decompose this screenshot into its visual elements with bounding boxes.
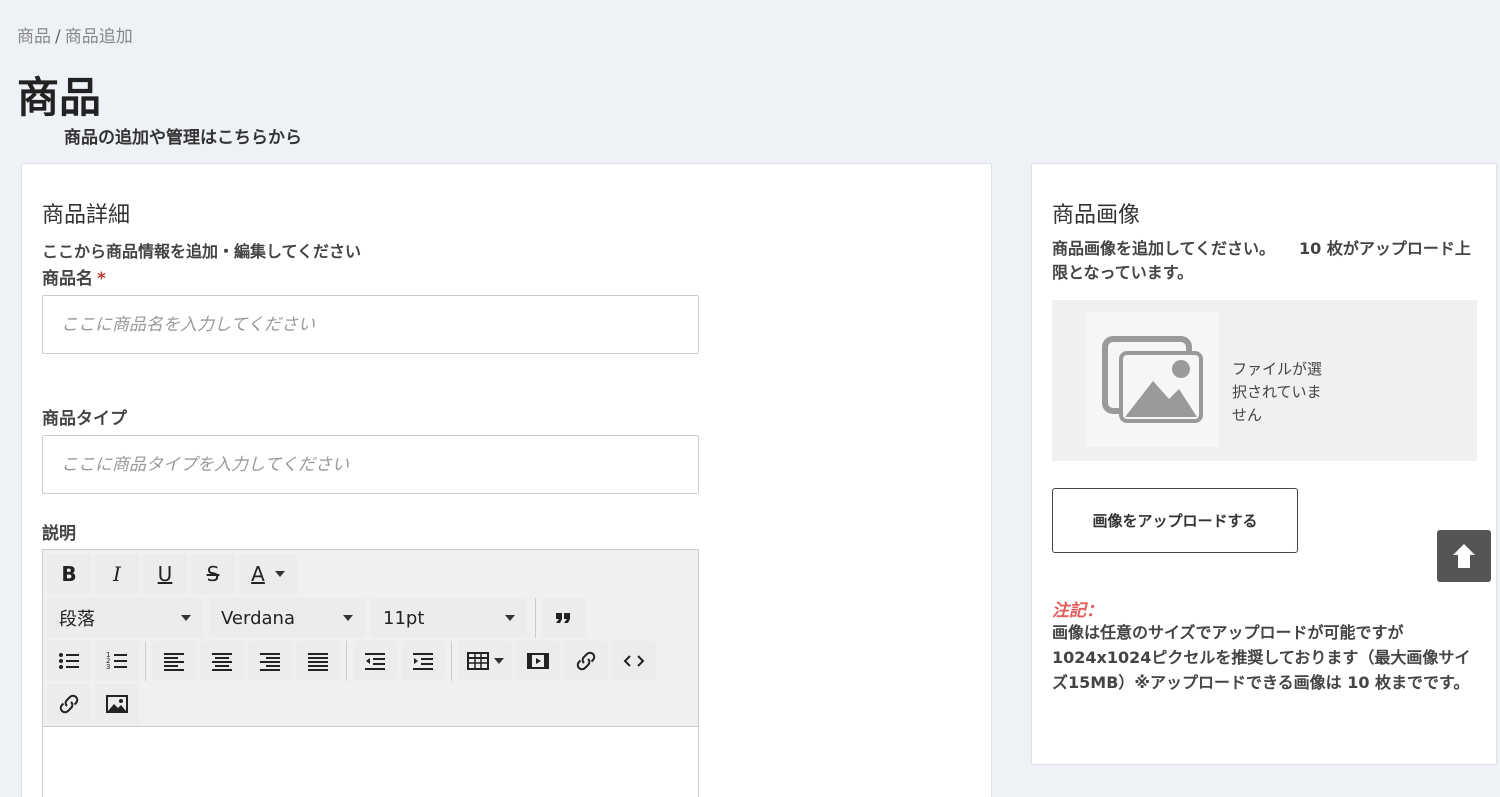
align-right-button[interactable]: [248, 641, 292, 681]
link-icon: [59, 694, 79, 714]
italic-icon: I: [113, 562, 121, 586]
image-thumbnail: [1086, 312, 1219, 447]
font-select-value: Verdana: [221, 607, 295, 629]
size-select-value: 11pt: [383, 607, 425, 629]
description-label: 説明: [42, 524, 76, 544]
breadcrumb-separator: /: [55, 27, 61, 47]
film-icon: [527, 653, 549, 669]
italic-button[interactable]: I: [95, 554, 139, 594]
bullet-list-icon: [59, 653, 79, 669]
align-center-icon: [212, 653, 232, 671]
format-select[interactable]: 段落: [47, 598, 203, 638]
no-file-text: ファイルが選択されていません: [1232, 360, 1323, 424]
toolbar-divider: [145, 641, 146, 681]
note-text: 画像は任意のサイズでアップロードが可能ですが1024x1024ピクセルを推奨して…: [1052, 623, 1471, 692]
numbered-list-button[interactable]: 123: [95, 641, 139, 681]
insert-image-button[interactable]: [95, 684, 139, 724]
details-title: 商品詳細: [42, 203, 131, 228]
product-images-card: 商品画像 商品画像を追加してください。 10 枚がアップロード上限となっています…: [1031, 163, 1497, 765]
name-label-text: 商品名: [42, 269, 93, 289]
note-title: 注記：: [1052, 601, 1103, 621]
details-description: ここから商品情報を追加・編集してください: [42, 242, 362, 261]
editor-toolbar: B I U S A 段落 Verdana 11pt 1 2 3: [43, 550, 698, 727]
chevron-down-icon: [181, 615, 191, 621]
upload-image-button[interactable]: 画像をアップロードする: [1052, 488, 1298, 553]
page-subtitle: 商品の追加や管理はこちらから: [64, 128, 302, 148]
required-mark: *: [97, 269, 106, 289]
anchor-link-button[interactable]: [47, 684, 91, 724]
bold-button[interactable]: B: [47, 554, 91, 594]
numbered-list-icon: 123: [106, 651, 127, 671]
toolbar-divider: [535, 598, 536, 638]
product-details-card: 商品詳細 ここから商品情報を追加・編集してください 商品名* 商品タイプ 説明 …: [21, 163, 992, 797]
images-description: 商品画像を追加してください。 10 枚がアップロード上限となっています。: [1052, 239, 1471, 282]
strikethrough-icon: S: [206, 562, 220, 586]
product-name-input[interactable]: [42, 295, 699, 354]
align-left-button[interactable]: [152, 641, 196, 681]
toolbar-divider: [451, 641, 452, 681]
blockquote-button[interactable]: [542, 598, 586, 638]
breadcrumb-current: 商品追加: [64, 27, 133, 47]
breadcrumb-parent[interactable]: 商品: [17, 27, 51, 47]
product-type-input[interactable]: [42, 435, 699, 494]
rich-text-editor: B I U S A 段落 Verdana 11pt 1 2 3: [42, 549, 699, 797]
scroll-to-top-button[interactable]: [1437, 530, 1491, 582]
outdent-button[interactable]: [353, 641, 397, 681]
bullet-list-button[interactable]: [47, 641, 91, 681]
link-icon: [576, 651, 596, 671]
arrow-up-icon: [1453, 544, 1475, 568]
strikethrough-button[interactable]: S: [191, 554, 235, 594]
font-select[interactable]: Verdana: [209, 598, 365, 638]
format-select-value: 段落: [59, 609, 95, 630]
type-label: 商品タイプ: [42, 409, 127, 429]
link-button[interactable]: [564, 641, 608, 681]
breadcrumb: 商品 / 商品追加: [17, 22, 133, 47]
page-title: 商品: [17, 73, 102, 122]
align-left-icon: [164, 653, 184, 671]
chevron-down-icon: [343, 615, 353, 621]
chevron-down-icon: [505, 615, 515, 621]
justify-icon: [308, 653, 328, 671]
media-button[interactable]: [516, 641, 560, 681]
image-icon: [106, 695, 128, 713]
code-icon: [623, 655, 645, 667]
text-color-button[interactable]: A: [239, 554, 297, 594]
bold-icon: B: [61, 562, 77, 586]
toolbar-divider: [346, 641, 347, 681]
quote-icon: [556, 613, 570, 623]
editor-content-area[interactable]: [43, 727, 698, 797]
name-label: 商品名 *: [42, 264, 106, 289]
table-button[interactable]: [458, 641, 512, 681]
align-right-icon: [260, 653, 280, 671]
table-icon: [467, 652, 489, 670]
indent-button[interactable]: [401, 641, 445, 681]
underline-icon: U: [157, 562, 173, 586]
indent-icon: [413, 653, 433, 670]
gallery-placeholder-icon: [1101, 335, 1203, 423]
chevron-down-icon: [494, 658, 504, 664]
image-preview-box: ファイルが選択されていません: [1052, 300, 1477, 461]
align-center-button[interactable]: [200, 641, 244, 681]
outdent-icon: [365, 653, 385, 670]
text-color-icon: A: [251, 562, 265, 586]
chevron-down-icon: [274, 571, 285, 577]
justify-button[interactable]: [296, 641, 340, 681]
svg-text:3: 3: [106, 663, 110, 671]
underline-button[interactable]: U: [143, 554, 187, 594]
size-select[interactable]: 11pt: [371, 598, 527, 638]
source-code-button[interactable]: [612, 641, 656, 681]
images-title: 商品画像: [1052, 203, 1141, 228]
